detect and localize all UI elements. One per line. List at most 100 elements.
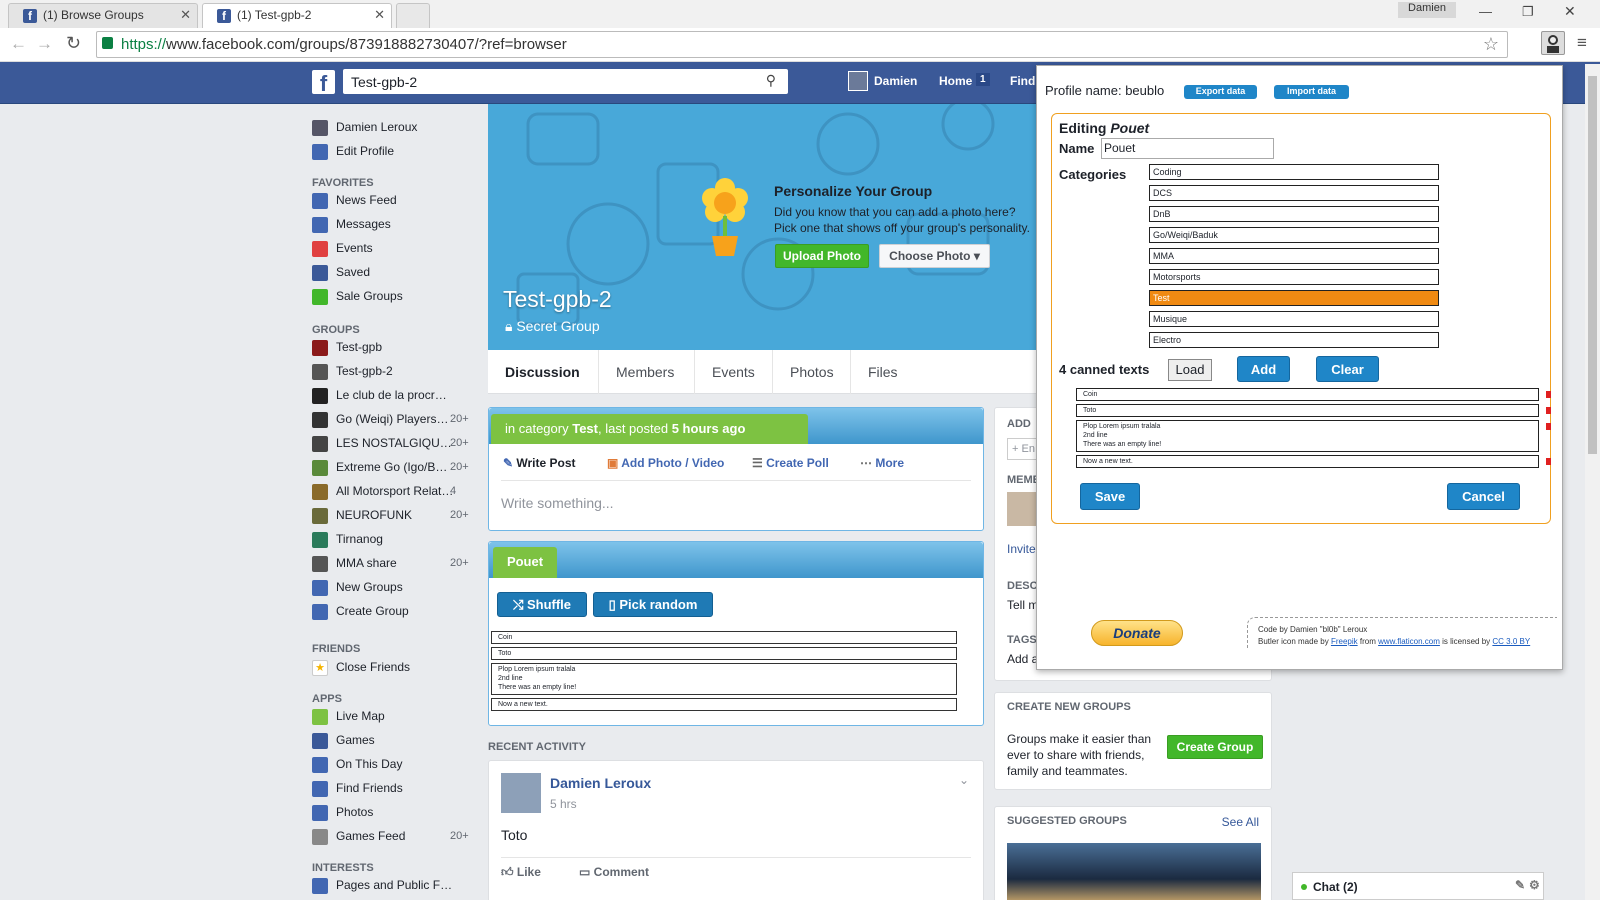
facebook-logo[interactable]: f (312, 70, 335, 96)
nav-item[interactable]: NEUROFUNK 20+ (312, 508, 469, 524)
tags-text[interactable]: Add a (1007, 652, 1038, 666)
category-item[interactable]: DnB (1149, 206, 1439, 222)
description-text[interactable]: Tell m (1007, 598, 1038, 612)
new-tab-button[interactable] (396, 3, 430, 28)
delete-icon[interactable] (1546, 391, 1551, 398)
avatar[interactable] (848, 71, 868, 91)
nav-item[interactable]: Events (312, 241, 373, 257)
add-photo-tab[interactable]: ▣ Add Photo / Video (607, 456, 724, 470)
chrome-user-badge[interactable]: Damien (1398, 2, 1456, 18)
create-poll-tab[interactable]: ☰ Create Poll (752, 456, 829, 470)
home-link[interactable]: Home (939, 74, 972, 88)
nav-close-friends[interactable]: ★ Close Friends (312, 660, 410, 676)
clear-button[interactable]: Clear (1316, 356, 1379, 382)
nav-item[interactable]: News Feed (312, 193, 397, 209)
import-data-button[interactable]: Import data (1274, 85, 1349, 99)
nav-edit-profile[interactable]: Edit Profile (312, 144, 394, 160)
nav-item[interactable]: Live Map (312, 709, 385, 725)
category-item[interactable]: DCS (1149, 185, 1439, 201)
nav-item[interactable]: LES NOSTALGIQU… 20+ (312, 436, 469, 452)
category-item[interactable]: Go/Weiqi/Baduk (1149, 227, 1439, 243)
chevron-down-icon[interactable]: ⌄ (959, 773, 969, 787)
nav-item[interactable]: Saved (312, 265, 370, 281)
tab-members[interactable]: Members (616, 364, 674, 380)
canned-text-item[interactable]: Plop Lorem ipsum tralala 2nd line There … (491, 663, 957, 695)
export-data-button[interactable]: Export data (1184, 85, 1257, 99)
name-input[interactable]: Pouet (1101, 138, 1274, 159)
bookmark-star-icon[interactable]: ☆ (1483, 34, 1499, 55)
address-bar[interactable]: https://www.facebook.com/groups/87391888… (96, 31, 1508, 58)
post-author[interactable]: Damien Leroux (550, 775, 651, 791)
save-button[interactable]: Save (1080, 483, 1140, 510)
shuffle-button[interactable]: ⤭ Shuffle (497, 592, 587, 617)
close-tab-icon[interactable]: ✕ (374, 7, 385, 23)
gear-icon[interactable]: ⚙ (1529, 878, 1540, 892)
write-post-tab[interactable]: ✎ Write Post (503, 456, 576, 470)
nav-profile[interactable]: Damien Leroux (312, 120, 417, 136)
flaticon-link[interactable]: www.flaticon.com (1378, 637, 1440, 646)
scrollbar-thumb[interactable] (1588, 76, 1597, 454)
nav-item[interactable]: Messages (312, 217, 391, 233)
tab-browse-groups[interactable]: f (1) Browse Groups ✕ (8, 3, 198, 28)
nav-item[interactable]: Extreme Go (Igo/B… 20+ (312, 460, 469, 476)
canned-text-field[interactable]: Coin (1076, 388, 1539, 401)
reload-icon[interactable]: ↻ (66, 33, 81, 54)
nav-item[interactable]: All Motorsport Relat… 4 (312, 484, 456, 500)
cancel-button[interactable]: Cancel (1447, 483, 1520, 510)
category-item[interactable]: Musique (1149, 311, 1439, 327)
composer-input[interactable]: Write something... (501, 495, 614, 511)
tab-photos[interactable]: Photos (790, 364, 834, 380)
canned-text-field[interactable]: Toto (1076, 404, 1539, 417)
restore-icon[interactable]: ❐ (1522, 4, 1534, 20)
add-button[interactable]: Add (1237, 356, 1290, 382)
nav-pages[interactable]: Pages and Public F… (312, 878, 452, 894)
tab-files[interactable]: Files (868, 364, 898, 380)
tab-test-gpb-2[interactable]: f (1) Test-gpb-2 ✕ (202, 3, 392, 28)
canned-text-item[interactable]: Coin (491, 631, 957, 644)
freepik-link[interactable]: Freepik (1331, 637, 1358, 646)
compose-icon[interactable]: ✎ (1515, 878, 1525, 892)
upload-photo-button[interactable]: Upload Photo (775, 244, 869, 268)
nav-item[interactable]: Create Group (312, 604, 409, 620)
license-link[interactable]: CC 3.0 BY (1492, 637, 1530, 646)
minimize-icon[interactable]: — (1479, 4, 1492, 19)
delete-icon[interactable] (1546, 423, 1551, 430)
delete-icon[interactable] (1546, 458, 1551, 465)
avatar[interactable] (501, 773, 541, 813)
suggested-group-photo[interactable] (1007, 843, 1261, 900)
donate-button[interactable]: Donate (1091, 620, 1183, 646)
back-icon[interactable]: ← (10, 34, 27, 54)
panel-category-tab[interactable]: Pouet (493, 547, 557, 578)
nav-item[interactable]: Le club de la procr… (312, 388, 447, 404)
nav-item[interactable]: Games (312, 733, 375, 749)
nav-item[interactable]: Sale Groups (312, 289, 403, 305)
canned-text-field[interactable]: Now a new text. (1076, 455, 1539, 468)
chat-bar[interactable]: Chat (2) ✎ ⚙ (1292, 872, 1544, 900)
close-tab-icon[interactable]: ✕ (180, 7, 191, 23)
nav-item[interactable]: Tirnanog (312, 532, 383, 548)
category-item[interactable]: MMA (1149, 248, 1439, 264)
comment-button[interactable]: ▭ Comment (579, 865, 649, 879)
category-item[interactable]: Electro (1149, 332, 1439, 348)
nav-item[interactable]: Find Friends (312, 781, 403, 797)
pick-random-button[interactable]: ▯ Pick random (593, 592, 713, 617)
choose-photo-button[interactable]: Choose Photo ▾ (879, 244, 990, 268)
create-group-button[interactable]: Create Group (1167, 735, 1263, 759)
close-window-icon[interactable]: ✕ (1564, 3, 1576, 20)
load-button[interactable]: Load (1168, 359, 1212, 381)
forward-icon[interactable]: → (36, 34, 53, 54)
butler-extension-icon[interactable] (1541, 31, 1565, 55)
search-input[interactable]: Test-gpb-2 ⚲ (343, 69, 788, 94)
canned-text-field[interactable]: Plop Lorem ipsum tralala 2nd line There … (1076, 420, 1539, 452)
nav-item[interactable]: MMA share 20+ (312, 556, 469, 572)
nav-item[interactable]: Go (Weiqi) Players… 20+ (312, 412, 469, 428)
find-friends-link[interactable]: Find (1010, 74, 1035, 88)
post-time[interactable]: 5 hrs (550, 797, 577, 811)
canned-text-item[interactable]: Now a new text. (491, 698, 957, 711)
canned-text-item[interactable]: Toto (491, 647, 957, 660)
search-icon[interactable]: ⚲ (766, 72, 776, 89)
more-tab[interactable]: ⋯ More (860, 456, 904, 470)
chrome-menu-icon[interactable]: ≡ (1577, 33, 1587, 53)
nav-item[interactable]: Test-gpb (312, 340, 382, 356)
tab-discussion[interactable]: Discussion (505, 364, 580, 380)
